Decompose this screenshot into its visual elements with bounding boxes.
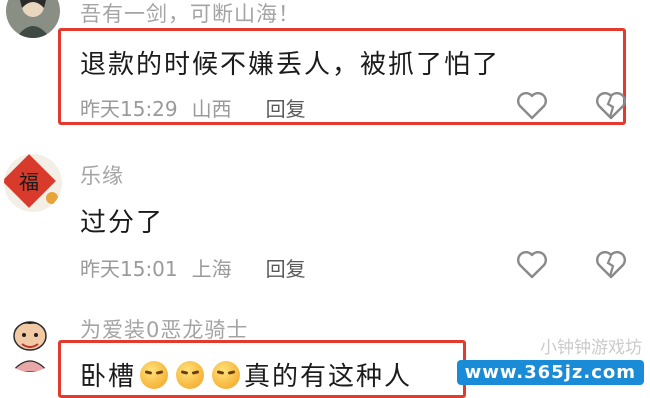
comment-item: 福 乐缘 过分了 昨天15:01 上海 回复 — [0, 140, 650, 290]
watermark-ghost-text: 小钟钟游戏坊 — [540, 338, 642, 358]
broken-heart-icon[interactable] — [594, 89, 628, 121]
warrior-avatar[interactable] — [6, 0, 60, 38]
watermark-logo: www.365jz.com — [456, 359, 644, 385]
cartoon-avatar[interactable] — [0, 312, 60, 372]
annoyed-emoji-icon — [176, 361, 205, 389]
comment-text-end: 真的有这种人 — [244, 362, 413, 392]
fu-character-avatar[interactable]: 福 — [4, 154, 62, 212]
comment-meta: 昨天15:29 山西 回复 — [80, 93, 306, 122]
comment-text: 退款的时候不嫌丢人，被抓了怕了 — [80, 50, 501, 80]
comment-location: 上海 — [191, 257, 232, 281]
reply-button[interactable]: 回复 — [266, 253, 306, 282]
broken-heart-icon[interactable] — [594, 248, 628, 280]
heart-icon[interactable] — [515, 248, 549, 280]
comment-time: 昨天15:01 — [80, 257, 178, 281]
comment-time: 昨天15:29 — [80, 97, 178, 121]
annoyed-emoji-icon — [140, 361, 169, 389]
comment-username[interactable]: 吾有一剑，可断山海！ — [80, 0, 300, 28]
annoyed-emoji-icon — [212, 361, 241, 389]
heart-icon[interactable] — [515, 89, 549, 121]
site-watermark: www.365jz.com — [456, 358, 644, 386]
comment-text-start: 卧槽 — [80, 362, 137, 392]
svg-text:福: 福 — [19, 170, 39, 194]
comment-meta: 昨天15:01 上海 回复 — [80, 253, 306, 282]
comment-username[interactable]: 乐缘 — [80, 160, 124, 190]
comment-text: 过分了 — [80, 208, 165, 238]
reply-button[interactable]: 回复 — [266, 93, 306, 122]
comment-text: 卧槽 真的有这种人 — [80, 356, 412, 393]
comment-item: 吾有一剑，可断山海！ 退款的时候不嫌丢人，被抓了怕了 昨天15:29 山西 回复 — [0, 0, 650, 135]
comment-location: 山西 — [191, 97, 232, 121]
